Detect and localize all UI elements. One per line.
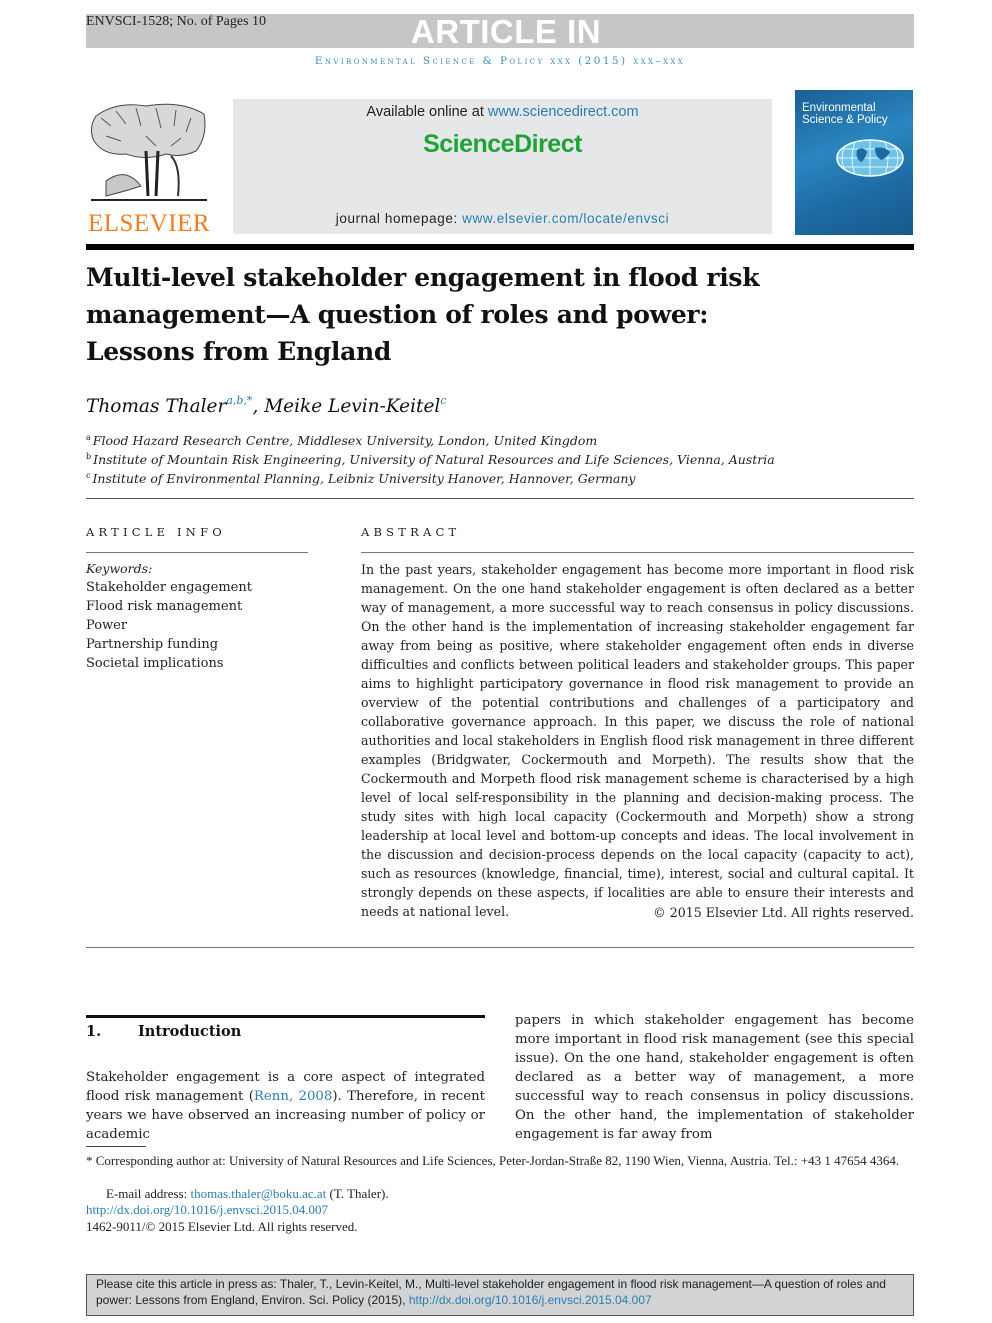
affiliation-mark: b: [86, 452, 92, 461]
header-divider: [86, 244, 914, 250]
author-affiliation-marks[interactable]: a,b,*: [226, 394, 252, 407]
abstract-end-divider: [86, 947, 914, 948]
keyword: Societal implications: [86, 656, 224, 671]
journal-running-head: Environmental Science & Policy xxx (2015…: [314, 55, 686, 67]
footnote-divider: [86, 1146, 146, 1147]
sciencedirect-logo: ScienceDirect: [423, 130, 582, 158]
email-link[interactable]: thomas.thaler@boku.ac.at: [190, 1186, 326, 1201]
article-info-divider: [86, 552, 308, 553]
journal-cover-image: Environmental Science & Policy: [795, 90, 913, 235]
affiliations-divider: [86, 498, 914, 499]
email-suffix: (T. Thaler).: [326, 1186, 389, 1201]
section-heading: Introduction: [138, 1023, 242, 1040]
globe-icon: [836, 139, 904, 177]
article-info-heading: ARTICLE INFO: [86, 525, 226, 539]
available-online: Available online at www.sciencedirect.co…: [233, 104, 772, 120]
journal-homepage-label: journal homepage:: [335, 211, 463, 226]
doi: http://dx.doi.org/10.1016/j.envsci.2015.…: [86, 1201, 328, 1218]
corresponding-author-note: * Corresponding author at: University of…: [86, 1153, 900, 1168]
abstract-heading: ABSTRACT: [361, 525, 461, 539]
affiliation-mark: a: [86, 433, 91, 442]
doi-link[interactable]: http://dx.doi.org/10.1016/j.envsci.2015.…: [86, 1202, 328, 1217]
citation-doi-link[interactable]: http://dx.doi.org/10.1016/j.envsci.2015.…: [409, 1293, 652, 1307]
abstract-body: In the past years, stakeholder engagemen…: [361, 562, 914, 919]
keyword: Stakeholder engagement: [86, 580, 252, 595]
elsevier-wordmark: ELSEVIER: [87, 210, 211, 237]
affiliation: a Flood Hazard Research Centre, Middlesex…: [86, 433, 597, 448]
section-divider: [86, 1015, 485, 1018]
intro-paragraph-column-1: Stakeholder engagement is a core aspect …: [86, 1068, 485, 1144]
affiliation: c Institute of Environmental Planning, Le…: [86, 471, 636, 486]
article-title: Multi-level stakeholder engagement in fl…: [86, 263, 760, 366]
email-note: E-mail address: thomas.thaler@boku.ac.at…: [86, 1185, 389, 1202]
author-list: Thomas Thalera,b,*, Meike Levin-Keitelc: [86, 394, 446, 417]
journal-homepage: journal homepage: www.elsevier.com/locat…: [233, 211, 772, 226]
author-name: Meike Levin-Keitel: [264, 396, 441, 417]
abstract-copyright: © 2015 Elsevier Ltd. All rights reserved…: [653, 905, 914, 920]
affiliation: b Institute of Mountain Risk Engineering,…: [86, 452, 775, 467]
affiliation-text: Institute of Environmental Planning, Lei…: [92, 471, 636, 486]
journal-homepage-link[interactable]: www.elsevier.com/locate/envsci: [462, 211, 669, 226]
author-separator: ,: [252, 396, 265, 417]
intro-paragraph-column-2: papers in which stakeholder engagement h…: [515, 1013, 914, 1142]
affiliation-text: Institute of Mountain Risk Engineering, …: [93, 452, 775, 467]
cover-title: Environmental Science & Policy: [802, 102, 888, 126]
section-number: 1.: [86, 1023, 102, 1040]
email-label: E-mail address:: [106, 1186, 191, 1201]
article-in-press-label: ARTICLE IN PRESS: [410, 13, 602, 86]
keyword: Partnership funding: [86, 637, 219, 652]
author-affiliation-marks[interactable]: c: [440, 394, 446, 407]
affiliation-mark: c: [86, 471, 91, 480]
abstract-divider: [361, 552, 914, 553]
citation-link[interactable]: Renn, 2008: [254, 1089, 332, 1104]
available-online-label: Available online at: [366, 104, 488, 120]
manuscript-code: ENVSCI-1528; No. of Pages 10: [86, 14, 267, 29]
keyword: Flood risk management: [86, 599, 243, 614]
author-name: Thomas Thaler: [86, 396, 227, 417]
keyword: Power: [86, 618, 128, 633]
affiliation-text: Flood Hazard Research Centre, Middlesex …: [92, 433, 598, 448]
citation-text: Please cite this article in press as: Th…: [96, 1276, 908, 1308]
sciencedirect-link[interactable]: www.sciencedirect.com: [488, 104, 639, 120]
issn-copyright: 1462-9011/© 2015 Elsevier Ltd. All right…: [86, 1219, 358, 1234]
keywords-label: Keywords:: [86, 561, 153, 576]
